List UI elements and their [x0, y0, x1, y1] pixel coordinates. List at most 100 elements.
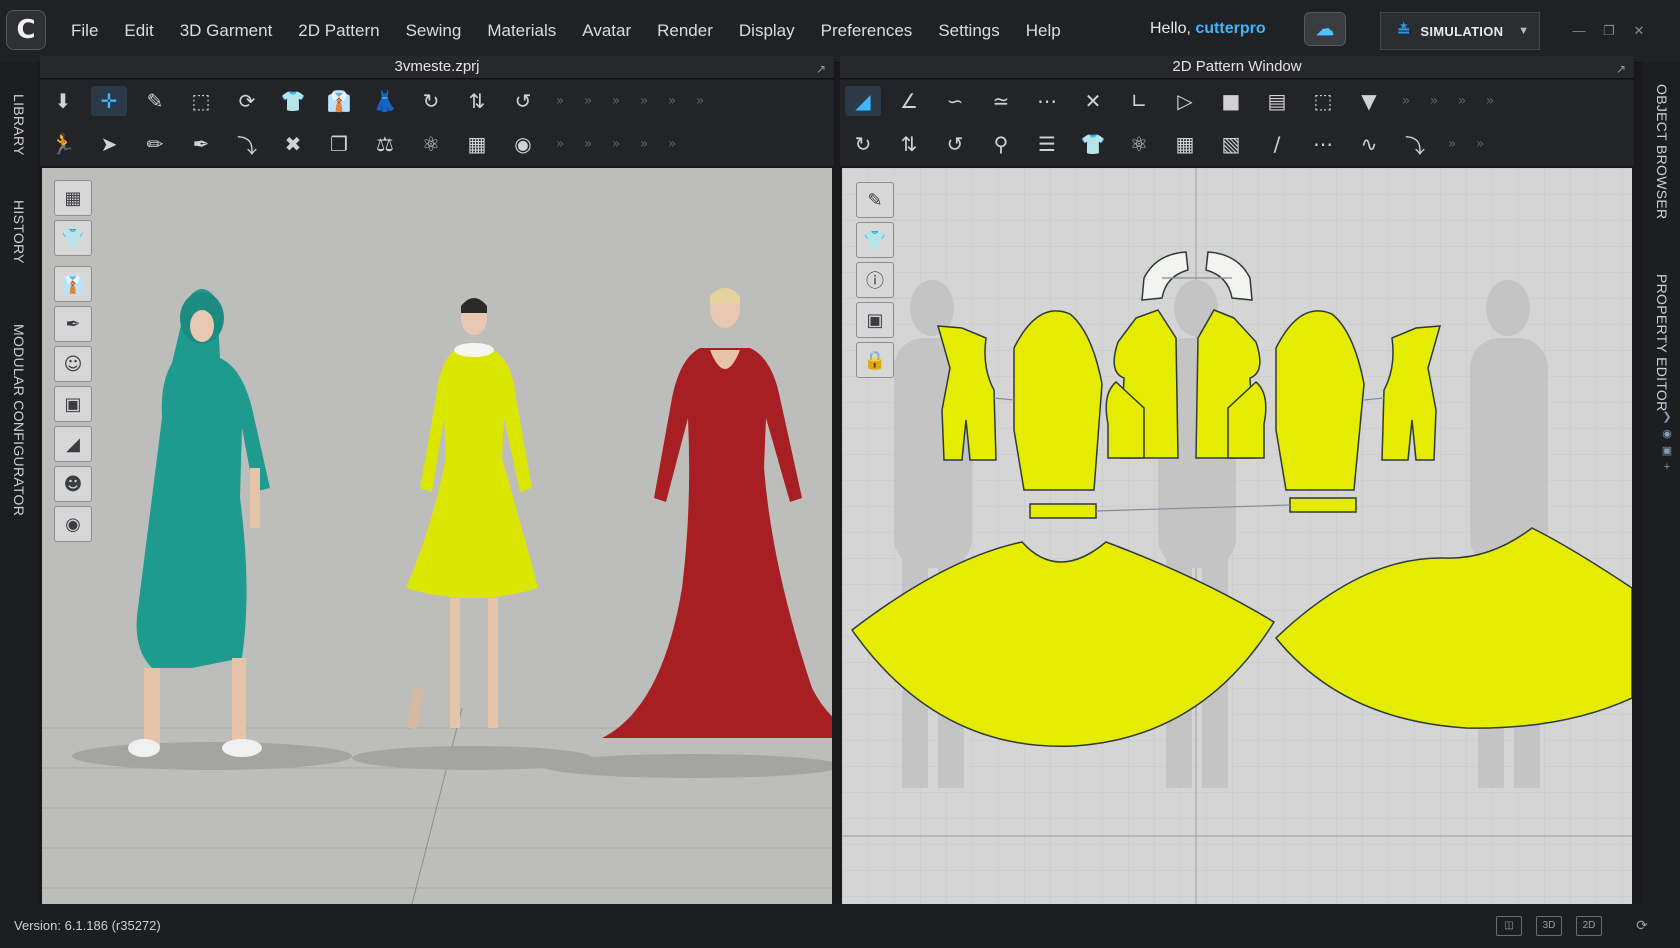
avatar-walk-icon[interactable]: 🏃	[45, 129, 81, 159]
show-avatar-icon[interactable]: ☺	[54, 346, 92, 382]
display-garment-icon[interactable]: 👕	[54, 220, 92, 256]
avatar-red-gown[interactable]	[602, 288, 832, 738]
show-garment-icon[interactable]: 👕	[856, 222, 894, 258]
check-sew-icon[interactable]: ⚲	[983, 129, 1019, 159]
curve-point-icon[interactable]: ∽	[937, 86, 973, 116]
more-icon[interactable]: »	[635, 86, 653, 116]
multi-sew-icon[interactable]: ↺	[937, 129, 973, 159]
pin-icon[interactable]: ➤	[91, 129, 127, 159]
more-icon[interactable]: »	[1481, 86, 1499, 116]
lock-garment-icon[interactable]: 🔒	[856, 342, 894, 378]
info-icon[interactable]: ⓘ	[856, 262, 894, 298]
polygon-icon[interactable]: ▷	[1167, 86, 1203, 116]
garment-icon[interactable]: 👕	[1075, 129, 1111, 159]
more-icon[interactable]: »	[1425, 86, 1443, 116]
add-point-icon[interactable]: ⋯	[1029, 86, 1065, 116]
tab-history[interactable]: HISTORY	[11, 200, 27, 264]
tab-object-browser[interactable]: OBJECT BROWSER	[1654, 84, 1670, 219]
expand-icon[interactable]: ❯	[1656, 410, 1678, 423]
minimize-icon[interactable]: —	[1568, 22, 1590, 40]
button-icon[interactable]: ◉	[505, 129, 541, 159]
show-surface-icon[interactable]: ◢	[54, 426, 92, 462]
view-2d-button[interactable]: 2D	[1576, 916, 1602, 936]
wave-line-icon[interactable]: ∿	[1351, 129, 1387, 159]
tab-modular-configurator[interactable]: MODULAR CONFIGURATOR	[11, 324, 27, 516]
garment-a-icon[interactable]: 👕	[275, 86, 311, 116]
garment-c-icon[interactable]: 👗	[367, 86, 403, 116]
edit-pattern-icon[interactable]: ◢	[845, 86, 881, 116]
bounding-box-icon[interactable]: ⬚	[183, 86, 219, 116]
environment-icon[interactable]: ◉	[54, 506, 92, 542]
show-texture-icon[interactable]: ▣	[54, 386, 92, 422]
avatar-icon[interactable]: ☻	[54, 466, 92, 502]
edit-curve-icon[interactable]: ≃	[983, 86, 1019, 116]
more-icon[interactable]: »	[1471, 129, 1489, 159]
dash-line-icon[interactable]: ⋯	[1305, 129, 1341, 159]
iron-icon[interactable]: ☰	[1029, 129, 1065, 159]
zip-icon[interactable]: ⤵	[1397, 129, 1433, 159]
fold-icon[interactable]: ✖	[275, 129, 311, 159]
more-icon[interactable]: »	[551, 86, 569, 116]
sewing-b-icon[interactable]: ⇅	[459, 86, 495, 116]
split-view-icon[interactable]: ◫	[1496, 916, 1522, 936]
display-avatar-icon[interactable]: ▦	[54, 180, 92, 216]
pattern-window-2d[interactable]	[842, 168, 1632, 904]
restore-icon[interactable]: ❐	[1598, 22, 1620, 40]
more-icon[interactable]: »	[663, 129, 681, 159]
menu-settings[interactable]: Settings	[925, 21, 1012, 41]
more-icon[interactable]: »	[635, 129, 653, 159]
simulation-down-icon[interactable]: ⬇	[45, 86, 81, 116]
show-pin-icon[interactable]: ✒	[54, 306, 92, 342]
menu-2d-pattern[interactable]: 2D Pattern	[285, 21, 392, 41]
circle-icon[interactable]: ▤	[1259, 86, 1295, 116]
menu-3d-garment[interactable]: 3D Garment	[167, 21, 286, 41]
sewing-a-icon[interactable]: ↻	[413, 86, 449, 116]
more-icon[interactable]: »	[691, 86, 709, 116]
close-icon[interactable]: ✕	[1628, 22, 1650, 40]
avatar-teal-dress[interactable]	[128, 289, 270, 757]
cut-icon[interactable]: ✕	[1075, 86, 1111, 116]
panel-icon[interactable]: ▣	[1656, 444, 1678, 457]
menu-avatar[interactable]: Avatar	[569, 21, 644, 41]
brush-icon[interactable]: ✏	[137, 129, 173, 159]
trace-icon[interactable]: ▼	[1351, 86, 1387, 116]
menu-edit[interactable]: Edit	[111, 21, 166, 41]
simulation-button[interactable]: ≛ SIMULATION ▼	[1380, 12, 1540, 50]
avatar-yellow-dress[interactable]	[406, 298, 538, 730]
sewing-c-icon[interactable]: ↺	[505, 86, 541, 116]
user-name[interactable]: cutterpro	[1195, 20, 1265, 37]
transform-icon[interactable]: ✎	[137, 86, 173, 116]
more-icon[interactable]: »	[1397, 86, 1415, 116]
tab-library[interactable]: LIBRARY	[11, 94, 27, 156]
fit-icon[interactable]: ▦	[1167, 129, 1203, 159]
more-icon[interactable]: »	[579, 86, 597, 116]
menu-file[interactable]: File	[58, 21, 111, 41]
menu-preferences[interactable]: Preferences	[808, 21, 926, 41]
fold-icon[interactable]: ⚛	[1121, 129, 1157, 159]
tack-icon[interactable]: ⤵	[229, 129, 265, 159]
chevron-down-icon[interactable]: ▼	[1518, 25, 1529, 37]
offset-icon[interactable]: ∟	[1121, 86, 1157, 116]
fabric-icon[interactable]: ▧	[1213, 129, 1249, 159]
more-icon[interactable]: »	[551, 129, 569, 159]
menu-materials[interactable]: Materials	[474, 21, 569, 41]
edit-point-icon[interactable]: ∠	[891, 86, 927, 116]
topstitch-icon[interactable]: ∕	[1259, 129, 1295, 159]
rotate-icon[interactable]: ⟳	[229, 86, 265, 116]
menu-help[interactable]: Help	[1013, 21, 1074, 41]
layer-icon[interactable]: ❐	[321, 129, 357, 159]
camera-icon[interactable]: ◉	[1656, 427, 1678, 440]
more-icon[interactable]: »	[607, 129, 625, 159]
more-icon[interactable]: »	[607, 86, 625, 116]
menu-display[interactable]: Display	[726, 21, 808, 41]
more-icon[interactable]: »	[1443, 129, 1461, 159]
view-3d-button[interactable]: 3D	[1536, 916, 1562, 936]
cloud-button[interactable]: ☁	[1304, 12, 1346, 46]
fit-a-icon[interactable]: ⚛	[413, 129, 449, 159]
garment-b-icon[interactable]: 👔	[321, 86, 357, 116]
tab-property-editor[interactable]: PROPERTY EDITOR	[1654, 274, 1670, 412]
select-move-icon[interactable]: ✛	[91, 86, 127, 116]
refresh-icon[interactable]: ⟳	[1630, 916, 1654, 934]
free-sew-icon[interactable]: ⇅	[891, 129, 927, 159]
add-icon[interactable]: +	[1656, 461, 1678, 473]
